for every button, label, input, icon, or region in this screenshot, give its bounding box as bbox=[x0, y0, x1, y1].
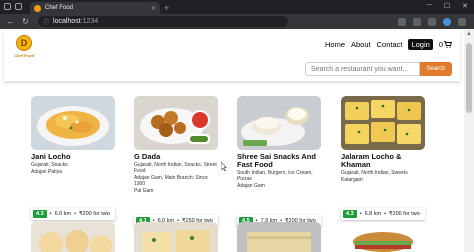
url-host: localhost bbox=[53, 18, 81, 25]
close-tab-icon[interactable]: ✕ bbox=[151, 5, 156, 12]
close-window-icon[interactable]: ✕ bbox=[462, 2, 468, 10]
tab-title: Chef Food bbox=[45, 5, 74, 11]
extension-icon[interactable] bbox=[398, 17, 406, 26]
restaurant-info-bar: 4.3 • 6.8 km • ₹200 for two bbox=[341, 208, 425, 220]
restaurant-name: Jalaram Locho & Khaman bbox=[341, 152, 402, 169]
browser-toolbar-icons bbox=[398, 17, 466, 26]
restaurant-card-partial[interactable] bbox=[341, 222, 425, 252]
nav-home[interactable]: Home bbox=[325, 40, 345, 49]
favicon-icon bbox=[34, 4, 41, 12]
distance: 6.8 km bbox=[364, 211, 382, 217]
cost-for-two: ₹200 for two bbox=[389, 211, 420, 217]
distance: 6.0 km bbox=[54, 211, 72, 217]
logo-text: Chef Food bbox=[14, 53, 34, 58]
food-image bbox=[134, 96, 218, 150]
tab-actions[interactable] bbox=[4, 3, 22, 10]
rating-badge: 4.3 bbox=[343, 210, 357, 218]
restaurant-cuisines: Gujarati, North Indian, Sweets bbox=[341, 170, 408, 176]
back-icon[interactable]: ← bbox=[6, 17, 15, 26]
restaurant-card[interactable]: G Dada Gujarati, North Indian, Snacks, S… bbox=[134, 96, 218, 227]
bullet: • bbox=[49, 211, 52, 217]
new-tab-icon[interactable]: + bbox=[164, 3, 169, 13]
site-logo[interactable]: D Chef Food bbox=[10, 35, 38, 63]
vertical-scrollbar[interactable]: ▲ bbox=[464, 29, 474, 252]
restaurant-extra: Pal Gam bbox=[134, 188, 154, 194]
restaurant-area: Adajan Gam, Main Branch: Since 1900 bbox=[134, 175, 208, 187]
logo-coin-icon: D bbox=[16, 35, 32, 51]
restaurant-card[interactable]: Shree Sai Snacks And Fast Food South Ind… bbox=[237, 96, 321, 227]
restaurant-area: Adajan Patiya bbox=[31, 169, 62, 175]
browser-tab-bar: Chef Food ✕ + ─ ☐ ✕ bbox=[0, 0, 474, 14]
rating-badge: 4.3 bbox=[33, 210, 47, 218]
restaurant-name: Shree Sai Snacks And Fast Food bbox=[237, 152, 316, 169]
browser-tab[interactable]: Chef Food ✕ bbox=[30, 2, 160, 14]
bullet: • bbox=[74, 211, 77, 217]
collections-icon[interactable] bbox=[428, 17, 436, 26]
minimize-icon[interactable]: ─ bbox=[427, 2, 432, 10]
cart-button[interactable]: 0 bbox=[439, 40, 452, 49]
web-page: D Chef Food Home About Contact Login 0 S… bbox=[0, 29, 464, 252]
food-image bbox=[341, 96, 425, 150]
restaurant-name: G Dada bbox=[134, 152, 161, 161]
restaurant-name: Jani Locho bbox=[31, 152, 71, 161]
profile-icon[interactable] bbox=[443, 17, 451, 26]
info-icon: ⓘ bbox=[43, 20, 50, 26]
restaurant-info-bar: 4.3 • 6.0 km • ₹200 for two bbox=[31, 208, 115, 220]
scrollbar-thumb[interactable] bbox=[466, 43, 472, 113]
restaurant-area: Katargam bbox=[341, 177, 363, 183]
nav-contact[interactable]: Contact bbox=[377, 40, 403, 49]
url-field[interactable]: ⓘ localhost:1234 bbox=[38, 16, 288, 27]
search-input[interactable]: Search a restaurant you want... bbox=[305, 62, 420, 76]
restaurant-card[interactable]: Jalaram Locho & Khaman Gujarati, North I… bbox=[341, 96, 425, 220]
favorites-icon[interactable] bbox=[413, 17, 421, 26]
maximize-icon[interactable]: ☐ bbox=[444, 2, 450, 10]
menu-icon[interactable] bbox=[458, 17, 466, 26]
restaurant-area: Adajan Gam bbox=[237, 183, 265, 189]
url-port: :1234 bbox=[80, 18, 99, 25]
restaurant-card-partial[interactable] bbox=[134, 222, 218, 252]
cart-count: 0 bbox=[438, 40, 443, 49]
scroll-up-icon[interactable]: ▲ bbox=[466, 31, 472, 37]
cart-icon bbox=[444, 41, 452, 48]
mouse-cursor-icon bbox=[221, 162, 227, 171]
restaurant-cuisines: South Indian, Burgers, Ice Cream, Pizzas bbox=[237, 170, 313, 182]
restaurant-cuisines: Gujarati, Snacks bbox=[31, 162, 68, 168]
nav-about[interactable]: About bbox=[351, 40, 371, 49]
restaurant-card-partial[interactable] bbox=[237, 222, 321, 252]
bullet: • bbox=[359, 211, 362, 217]
food-image bbox=[237, 96, 321, 150]
food-image bbox=[31, 96, 115, 150]
search-button[interactable]: Search bbox=[420, 62, 452, 76]
restaurant-card[interactable]: Jani Locho Gujarati, Snacks Adajan Patiy… bbox=[31, 96, 115, 220]
login-button[interactable]: Login bbox=[408, 39, 433, 50]
restaurant-cuisines: Gujarati, North Indian, Snacks, Street F… bbox=[134, 162, 217, 174]
bullet: • bbox=[384, 211, 387, 217]
window-controls: ─ ☐ ✕ bbox=[427, 2, 468, 10]
main-nav: Home About Contact Login 0 bbox=[325, 39, 452, 50]
restaurant-card-partial[interactable] bbox=[31, 222, 115, 252]
cost-for-two: ₹200 for two bbox=[79, 211, 110, 217]
refresh-icon[interactable]: ↻ bbox=[21, 17, 30, 26]
address-bar: ← ↻ ⓘ localhost:1234 bbox=[0, 14, 474, 29]
